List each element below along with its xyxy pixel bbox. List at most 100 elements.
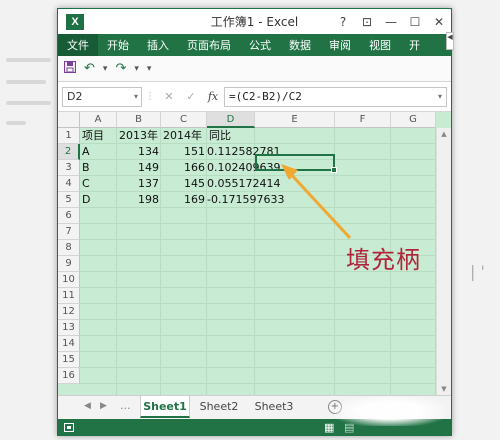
more-sheets-icon[interactable]: ...: [120, 399, 131, 412]
data-cell[interactable]: B: [80, 160, 117, 176]
row-header-2[interactable]: 2: [58, 144, 80, 160]
help-button[interactable]: ?: [331, 15, 355, 29]
row-header-9[interactable]: 9: [58, 256, 80, 272]
row-gridline: [80, 303, 436, 304]
row-header-1[interactable]: 1: [58, 128, 80, 144]
row-header-10[interactable]: 10: [58, 272, 80, 288]
data-cell[interactable]: D: [80, 192, 117, 208]
sheet-tab-sheet2[interactable]: Sheet2: [193, 396, 245, 418]
row-header-12[interactable]: 12: [58, 304, 80, 320]
excel-window: X 工作簿1 - Excel ? ⊡ — ☐ ✕ 文件 开始 插入 页面布局 公…: [57, 8, 452, 436]
customize-toolbar-icon[interactable]: ▾: [147, 64, 152, 74]
data-cell[interactable]: 145: [161, 176, 207, 192]
row-header-7[interactable]: 7: [58, 224, 80, 240]
minimize-button[interactable]: —: [379, 15, 403, 29]
watermark-blur: [335, 396, 445, 426]
data-cell[interactable]: 151: [161, 144, 207, 160]
tab-formulas[interactable]: 公式: [240, 34, 280, 56]
row-header-3[interactable]: 3: [58, 160, 80, 176]
tab-page-layout[interactable]: 页面布局: [178, 34, 240, 56]
tab-home[interactable]: 开始: [98, 34, 138, 56]
previous-sheet-icon[interactable]: ◀: [84, 401, 91, 411]
data-cell[interactable]: 198: [117, 192, 161, 208]
row-header-6[interactable]: 6: [58, 208, 80, 224]
chevron-down-icon[interactable]: ▾: [134, 64, 139, 74]
column-header-d[interactable]: D: [207, 112, 255, 128]
chevron-down-icon[interactable]: ▾: [103, 64, 108, 74]
ribbon-display-button[interactable]: ⊡: [355, 15, 379, 29]
row-header-14[interactable]: 14: [58, 336, 80, 352]
redo-icon[interactable]: ↷: [115, 61, 126, 76]
data-cell[interactable]: 134: [117, 144, 161, 160]
column-header-c[interactable]: C: [161, 112, 207, 128]
data-cell[interactable]: 166: [161, 160, 207, 176]
row-gridline: [80, 367, 436, 368]
tab-review[interactable]: 审阅: [320, 34, 360, 56]
background-text-fragment: | ': [470, 262, 485, 281]
next-sheet-icon[interactable]: ▶: [100, 401, 107, 411]
data-cell[interactable]: -0.171597633: [207, 192, 284, 208]
name-box[interactable]: D2 ▾: [62, 86, 142, 107]
tab-view[interactable]: 视图: [360, 34, 400, 56]
data-cell[interactable]: 137: [117, 176, 161, 192]
row-gridline: [80, 223, 436, 224]
row-header-13[interactable]: 13: [58, 320, 80, 336]
header-cell[interactable]: 2014年: [161, 128, 207, 144]
ribbon-scroll-icon[interactable]: ◀: [446, 32, 454, 50]
fill-handle-callout: 填充柄: [346, 246, 421, 274]
data-cell[interactable]: A: [80, 144, 117, 160]
row-header-16[interactable]: 16: [58, 368, 80, 384]
formula-bar: D2 ▾ ⋮ ✕ ✓ fx =(C2-B2)/C2 ▾: [58, 82, 451, 112]
scroll-up-icon[interactable]: ▲: [437, 130, 451, 138]
column-header-f[interactable]: F: [335, 112, 391, 128]
header-cell[interactable]: 同比: [207, 128, 255, 144]
normal-view-icon[interactable]: ▦: [324, 421, 334, 434]
row-header-11[interactable]: 11: [58, 288, 80, 304]
select-all-button[interactable]: [58, 112, 80, 128]
insert-function-icon[interactable]: fx: [202, 90, 224, 103]
save-icon[interactable]: [63, 60, 77, 77]
separator-icon: ⋮: [145, 91, 155, 102]
title-bar: X 工作簿1 - Excel ? ⊡ — ☐ ✕: [58, 9, 451, 34]
column-header-g[interactable]: G: [391, 112, 436, 128]
row-header-8[interactable]: 8: [58, 240, 80, 256]
tab-insert[interactable]: 插入: [138, 34, 178, 56]
sheet-tab-sheet3[interactable]: Sheet3: [248, 396, 300, 418]
tab-data[interactable]: 数据: [280, 34, 320, 56]
data-cell[interactable]: 0.112582781: [207, 144, 280, 160]
chevron-down-icon[interactable]: ▾: [438, 92, 442, 101]
cancel-icon[interactable]: ✕: [158, 90, 180, 103]
background-text-line: [6, 80, 46, 84]
formula-text: =(C2-B2)/C2: [229, 90, 302, 103]
row-gridline: [80, 383, 436, 384]
column-header-a[interactable]: A: [80, 112, 117, 128]
enter-icon[interactable]: ✓: [180, 90, 202, 103]
tab-file[interactable]: 文件: [58, 34, 98, 56]
header-cell[interactable]: 2013年: [117, 128, 161, 144]
row-header-4[interactable]: 4: [58, 176, 80, 192]
header-cell[interactable]: 项目: [80, 128, 117, 144]
row-header-15[interactable]: 15: [58, 352, 80, 368]
column-header-b[interactable]: B: [117, 112, 161, 128]
chevron-down-icon[interactable]: ▾: [134, 92, 141, 101]
sheet-tab-sheet1[interactable]: Sheet1: [140, 396, 190, 418]
column-header-e[interactable]: E: [255, 112, 335, 128]
close-button[interactable]: ✕: [427, 15, 451, 29]
excel-logo-icon[interactable]: X: [66, 13, 84, 30]
scroll-down-icon[interactable]: ▼: [437, 385, 451, 393]
active-cell-border: [255, 154, 335, 171]
quick-access-toolbar: ↶ ▾ ↷ ▾ ▾: [58, 56, 451, 82]
formula-input[interactable]: =(C2-B2)/C2 ▾: [224, 86, 447, 107]
maximize-button[interactable]: ☐: [403, 15, 427, 29]
data-cell[interactable]: 169: [161, 192, 207, 208]
data-cell[interactable]: 0.102409639: [207, 160, 280, 176]
row-header-5[interactable]: 5: [58, 192, 80, 208]
undo-icon[interactable]: ↶: [84, 61, 95, 76]
data-cell[interactable]: C: [80, 176, 117, 192]
tab-developer[interactable]: 开: [400, 34, 429, 56]
ribbon-tabs: 文件 开始 插入 页面布局 公式 数据 审阅 视图 开: [58, 34, 451, 56]
vertical-scrollbar[interactable]: ▲ ▼: [436, 128, 451, 395]
fill-handle[interactable]: [331, 167, 337, 173]
data-cell[interactable]: 149: [117, 160, 161, 176]
data-cell[interactable]: 0.055172414: [207, 176, 280, 192]
